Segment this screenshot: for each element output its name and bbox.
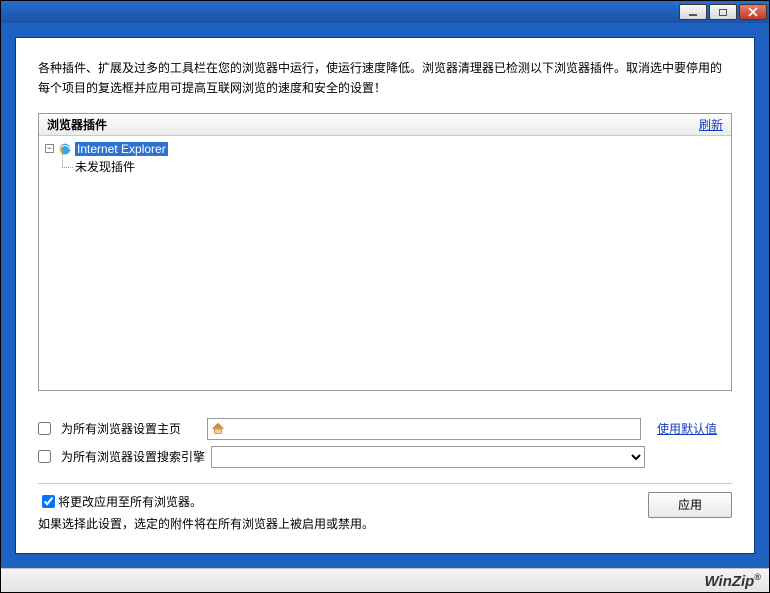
tree-node-empty: 未发现插件 [43,158,727,176]
use-default-link[interactable]: 使用默认值 [657,420,717,437]
set-search-engine-label[interactable]: 为所有浏览器设置搜索引擎 [61,448,205,465]
plugin-tree-header: 浏览器插件 刷新 [39,114,731,136]
minimize-button[interactable] [679,4,707,20]
browser-settings: 为所有浏览器设置主页 使用默认值 [38,417,732,473]
plugin-tree-title: 浏览器插件 [47,116,107,133]
description-text: 各种插件、扩展及过多的工具栏在您的浏览器中运行，使运行速度降低。浏览器清理器已检… [38,58,732,99]
internet-explorer-icon [58,142,72,156]
apply-button[interactable]: 应用 [648,492,732,518]
apply-hint-text: 如果选择此设置，选定的附件将在所有浏览器上被启用或禁用。 [38,515,374,532]
search-engine-select[interactable] [211,446,645,468]
tree-node-browser[interactable]: − Internet Explorer [43,140,727,158]
titlebar [1,1,769,23]
maximize-button[interactable] [709,4,737,20]
plugin-tree-body: − Internet Explorer 未发现插件 [39,136,731,390]
homepage-input[interactable] [225,422,637,436]
apply-all-checkbox[interactable] [42,495,55,508]
set-search-engine-checkbox[interactable] [38,450,51,463]
homepage-input-wrap [207,418,641,440]
plugin-tree-panel: 浏览器插件 刷新 − Internet Explorer [38,113,732,391]
home-icon [211,422,225,436]
divider [38,483,732,484]
tree-node-browser-label: Internet Explorer [75,142,168,156]
statusbar: WinZip® [1,568,769,592]
apply-all-label[interactable]: 将更改应用至所有浏览器。 [58,493,202,510]
refresh-link[interactable]: 刷新 [699,116,723,133]
tree-node-empty-label: 未发现插件 [75,158,135,175]
set-homepage-label[interactable]: 为所有浏览器设置主页 [61,420,181,437]
content-frame: 各种插件、扩展及过多的工具栏在您的浏览器中运行，使运行速度降低。浏览器清理器已检… [1,23,769,568]
close-button[interactable] [739,4,767,20]
tree-collapse-icon[interactable]: − [45,144,54,153]
set-homepage-checkbox[interactable] [38,422,51,435]
brand-logo: WinZip® [705,572,762,590]
